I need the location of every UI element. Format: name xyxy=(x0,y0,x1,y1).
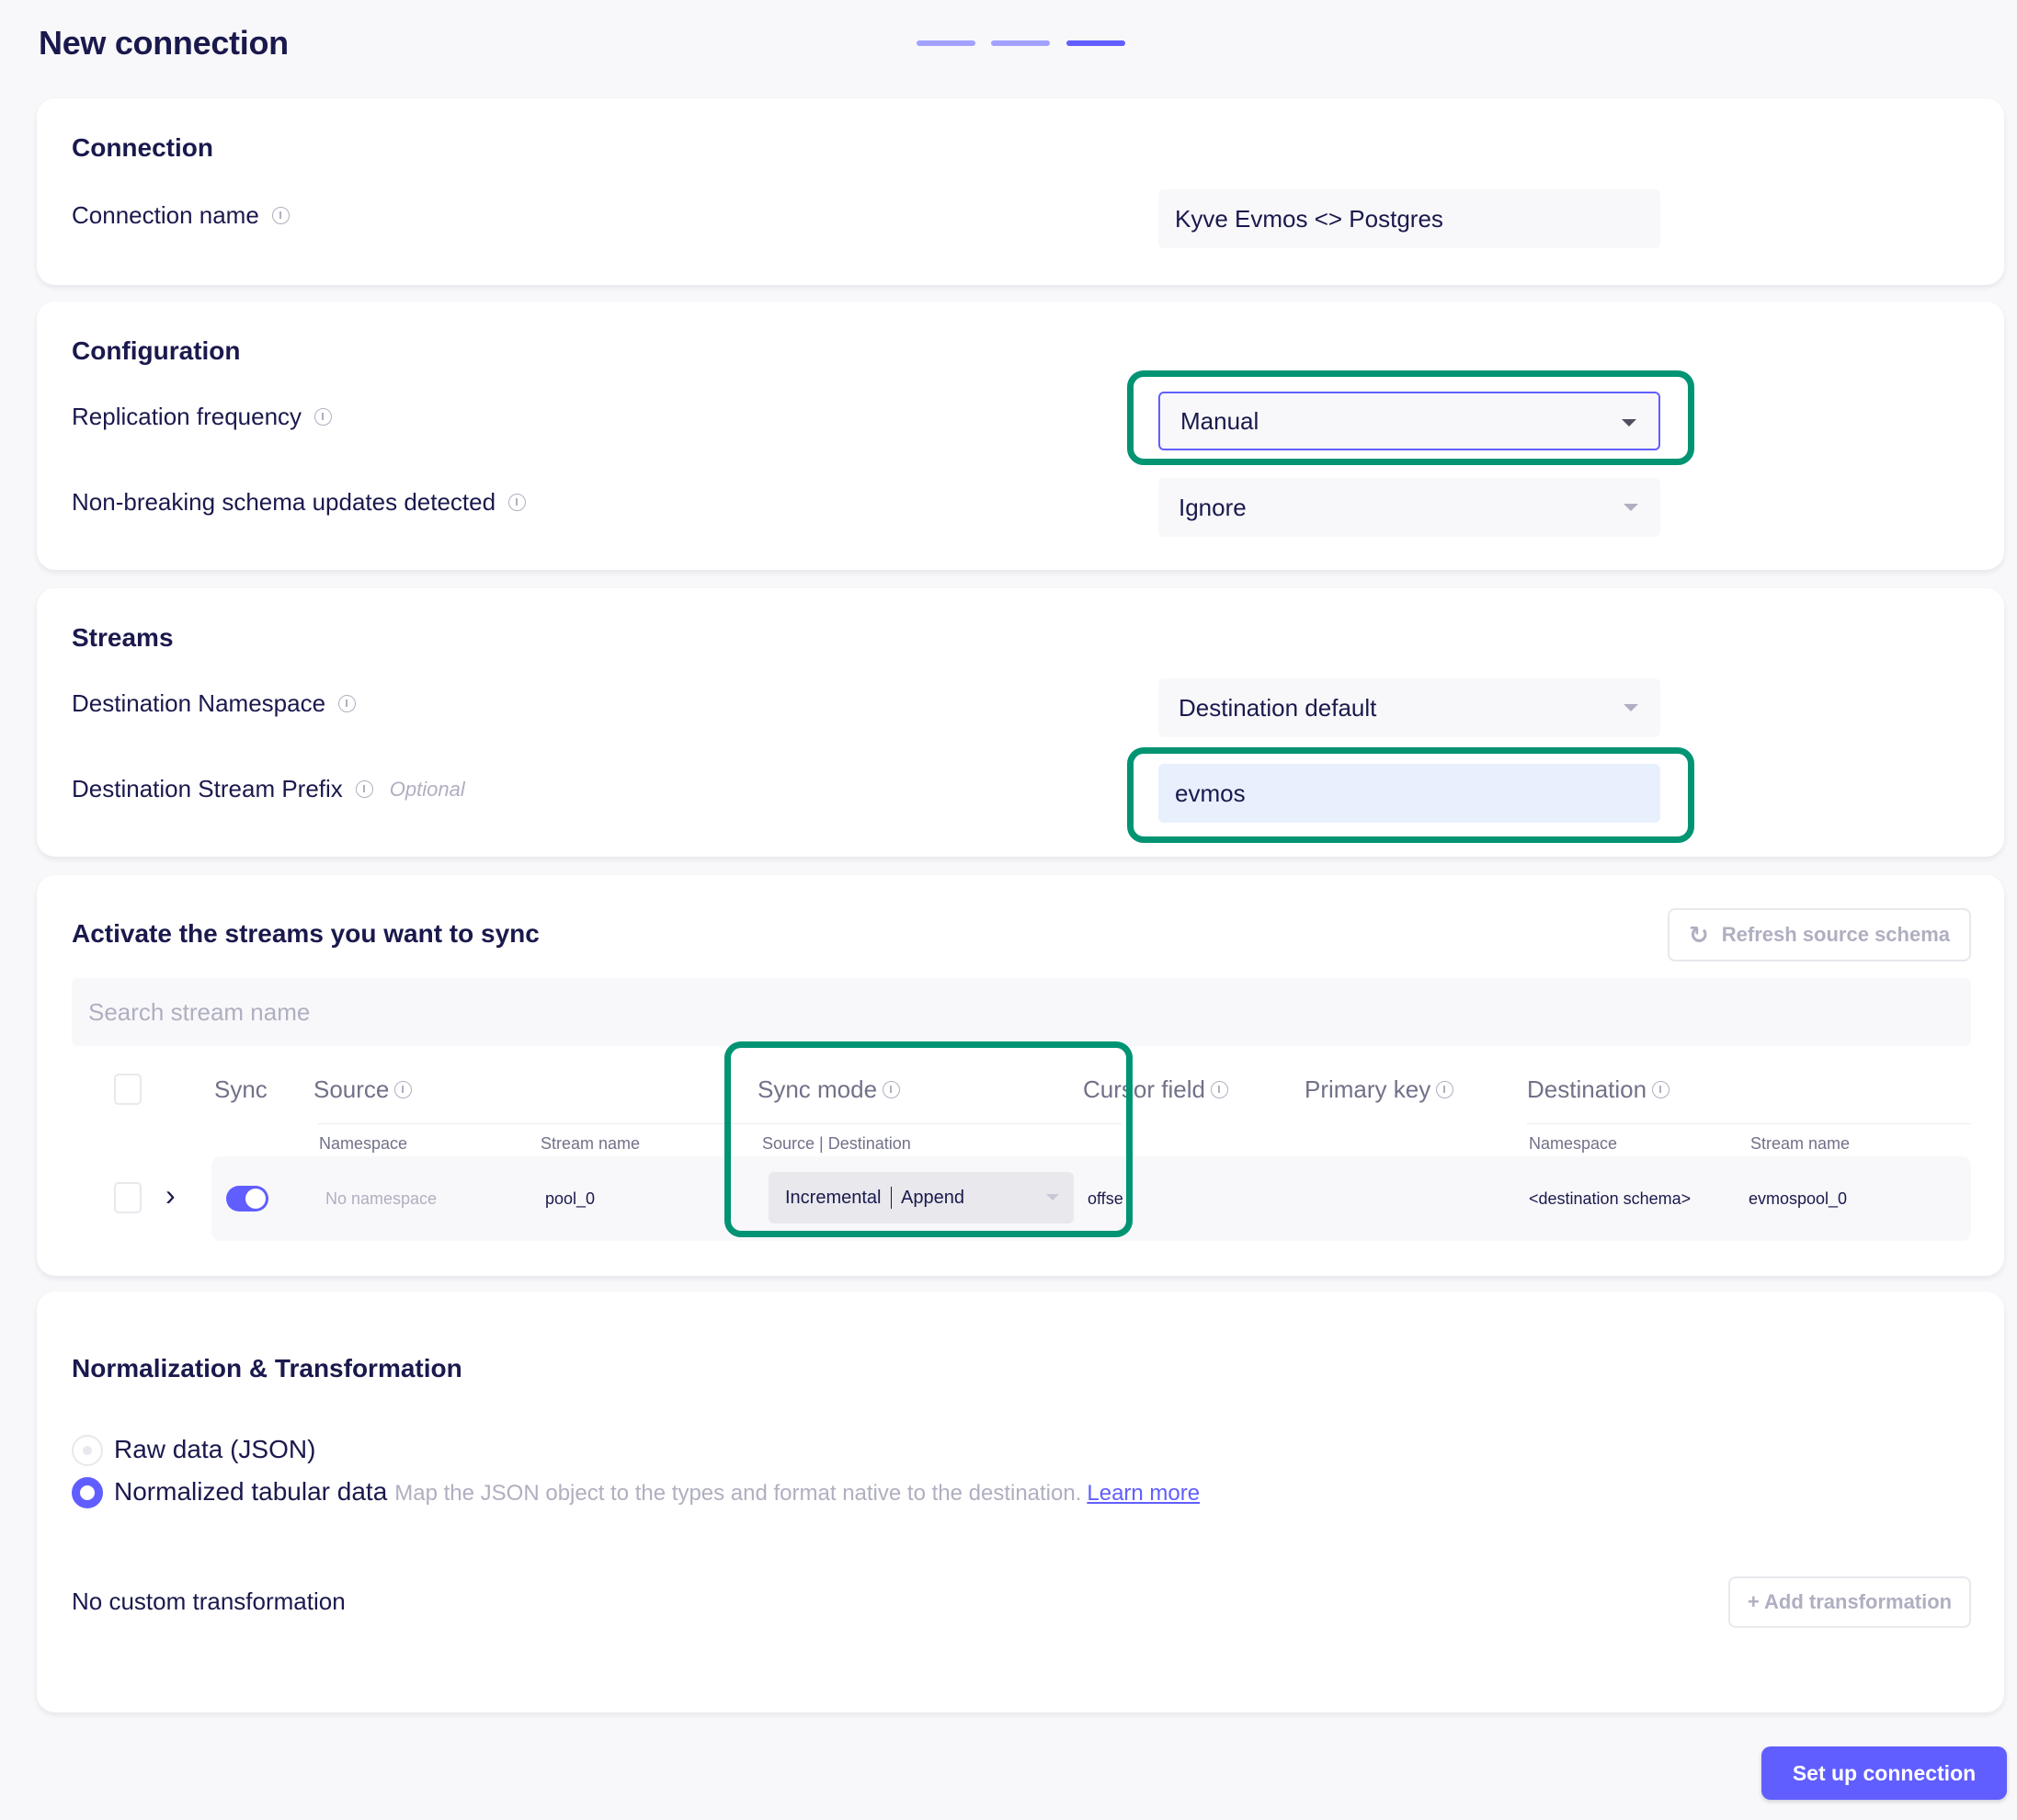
stream-prefix-label: Destination Stream Prefix Optional xyxy=(72,775,465,803)
refresh-source-schema-button[interactable]: ↻ Refresh source schema xyxy=(1668,908,1971,961)
schema-updates-label: Non-breaking schema updates detected xyxy=(72,488,527,517)
info-icon[interactable] xyxy=(338,695,357,712)
source-stream-name-cell: pool_0 xyxy=(545,1189,596,1208)
column-header-source-text: Source xyxy=(313,1075,390,1103)
row-checkbox[interactable] xyxy=(114,1182,142,1213)
dropdown-caret-icon xyxy=(1624,704,1638,711)
normalization-section-title: Normalization & Transformation xyxy=(72,1354,462,1382)
sync-mode-separator xyxy=(890,1187,892,1209)
stream-prefix-label-text: Destination Stream Prefix xyxy=(72,775,343,802)
column-header-primary-key: Primary key xyxy=(1305,1075,1454,1104)
connection-name-input[interactable]: Kyve Evmos <> Postgres xyxy=(1158,189,1660,248)
select-all-checkbox[interactable] xyxy=(114,1074,142,1105)
column-header-source: Source xyxy=(313,1075,413,1104)
search-stream-input[interactable]: Search stream name xyxy=(72,978,1971,1046)
dropdown-caret-icon xyxy=(1622,419,1636,427)
column-header-destination: Destination xyxy=(1527,1075,1670,1104)
destination-namespace-label-text: Destination Namespace xyxy=(72,689,326,717)
info-icon[interactable] xyxy=(271,207,290,224)
subheader-dest-namespace: Namespace xyxy=(1529,1134,1618,1153)
refresh-source-schema-label: Refresh source schema xyxy=(1721,923,1951,946)
connection-name-label-text: Connection name xyxy=(72,201,259,229)
replication-frequency-value: Manual xyxy=(1180,406,1259,435)
raw-data-label: Raw data (JSON) xyxy=(114,1435,316,1463)
subheader-sync-mode: Source | Destination xyxy=(762,1134,911,1153)
stream-prefix-value: evmos xyxy=(1175,779,1246,807)
refresh-icon: ↻ xyxy=(1688,920,1709,949)
dest-namespace-cell: <destination schema> xyxy=(1529,1189,1692,1208)
step-indicator-1 xyxy=(917,40,975,46)
normalized-data-radio[interactable] xyxy=(72,1477,103,1508)
optional-tag: Optional xyxy=(389,777,465,801)
connection-section-title: Connection xyxy=(72,133,213,162)
column-header-destination-text: Destination xyxy=(1527,1075,1647,1103)
cursor-field-cell[interactable]: offse xyxy=(1088,1189,1123,1209)
step-indicator-2 xyxy=(991,40,1050,46)
info-icon[interactable] xyxy=(355,780,373,798)
activate-streams-title: Activate the streams you want to sync xyxy=(72,919,540,948)
sync-mode-source: Incremental xyxy=(785,1187,882,1208)
connection-name-value: Kyve Evmos <> Postgres xyxy=(1175,204,1443,233)
header-divider xyxy=(318,1123,1122,1124)
expand-chevron-icon[interactable]: › xyxy=(165,1178,176,1212)
streams-section-title: Streams xyxy=(72,623,174,652)
replication-frequency-label: Replication frequency xyxy=(72,403,333,431)
search-placeholder: Search stream name xyxy=(88,997,311,1026)
normalization-card: Normalization & Transformation Raw data … xyxy=(37,1291,2004,1712)
step-indicator-3 xyxy=(1066,40,1125,46)
configuration-card: Configuration Replication frequency Manu… xyxy=(37,301,2004,570)
info-icon[interactable] xyxy=(1652,1081,1670,1098)
schema-updates-select[interactable]: Ignore xyxy=(1158,478,1660,537)
subheader-dest-stream-name: Stream name xyxy=(1750,1134,1851,1153)
subheader-source-namespace: Namespace xyxy=(319,1134,408,1153)
page-title: New connection xyxy=(39,24,289,62)
dest-stream-name-cell: evmospool_0 xyxy=(1749,1189,1848,1208)
activate-streams-card: Activate the streams you want to sync ↻ … xyxy=(37,875,2004,1276)
no-custom-transformation-text: No custom transformation xyxy=(72,1587,346,1615)
info-icon[interactable] xyxy=(508,494,527,511)
sync-mode-destination: Append xyxy=(901,1187,964,1208)
destination-namespace-value: Destination default xyxy=(1179,693,1377,722)
column-header-cursor-field-text: Cursor field xyxy=(1083,1075,1205,1103)
column-header-sync-mode: Sync mode xyxy=(758,1075,901,1104)
replication-frequency-label-text: Replication frequency xyxy=(72,403,302,430)
dropdown-caret-icon xyxy=(1046,1194,1059,1200)
source-namespace-cell: No namespace xyxy=(325,1189,438,1208)
column-header-cursor-field: Cursor field xyxy=(1083,1075,1228,1104)
info-icon[interactable] xyxy=(394,1081,413,1098)
info-icon[interactable] xyxy=(1210,1081,1228,1098)
streams-card: Streams Destination Namespace Destinatio… xyxy=(37,588,2004,857)
header-divider xyxy=(1527,1123,1971,1124)
info-icon[interactable] xyxy=(883,1081,901,1098)
destination-namespace-select[interactable]: Destination default xyxy=(1158,678,1660,737)
set-up-connection-button[interactable]: Set up connection xyxy=(1761,1746,2007,1800)
column-header-primary-key-text: Primary key xyxy=(1305,1075,1431,1103)
replication-frequency-select[interactable]: Manual xyxy=(1158,392,1660,450)
normalized-data-label: Normalized tabular data xyxy=(114,1477,388,1506)
schema-updates-value: Ignore xyxy=(1179,493,1247,521)
column-header-sync: Sync xyxy=(214,1075,268,1103)
normalized-data-description: Map the JSON object to the types and for… xyxy=(394,1481,1082,1506)
normalized-data-option: Normalized tabular data Map the JSON obje… xyxy=(114,1477,1200,1507)
info-icon[interactable] xyxy=(314,408,333,426)
sync-mode-select[interactable]: Incremental Append xyxy=(769,1172,1074,1223)
raw-data-radio[interactable] xyxy=(72,1435,103,1466)
stream-prefix-input[interactable]: evmos xyxy=(1158,764,1660,823)
learn-more-link[interactable]: Learn more xyxy=(1087,1481,1200,1506)
configuration-section-title: Configuration xyxy=(72,336,241,365)
sync-toggle[interactable] xyxy=(226,1186,268,1211)
column-header-sync-mode-text: Sync mode xyxy=(758,1075,878,1103)
add-transformation-button[interactable]: + Add transformation xyxy=(1728,1576,1971,1628)
schema-updates-label-text: Non-breaking schema updates detected xyxy=(72,488,496,516)
connection-name-label: Connection name xyxy=(72,201,290,230)
connection-card: Connection Connection name Kyve Evmos <>… xyxy=(37,98,2004,285)
subheader-source-stream-name: Stream name xyxy=(541,1134,641,1153)
dropdown-caret-icon xyxy=(1624,504,1638,511)
destination-namespace-label: Destination Namespace xyxy=(72,689,357,718)
info-icon[interactable] xyxy=(1436,1081,1454,1098)
